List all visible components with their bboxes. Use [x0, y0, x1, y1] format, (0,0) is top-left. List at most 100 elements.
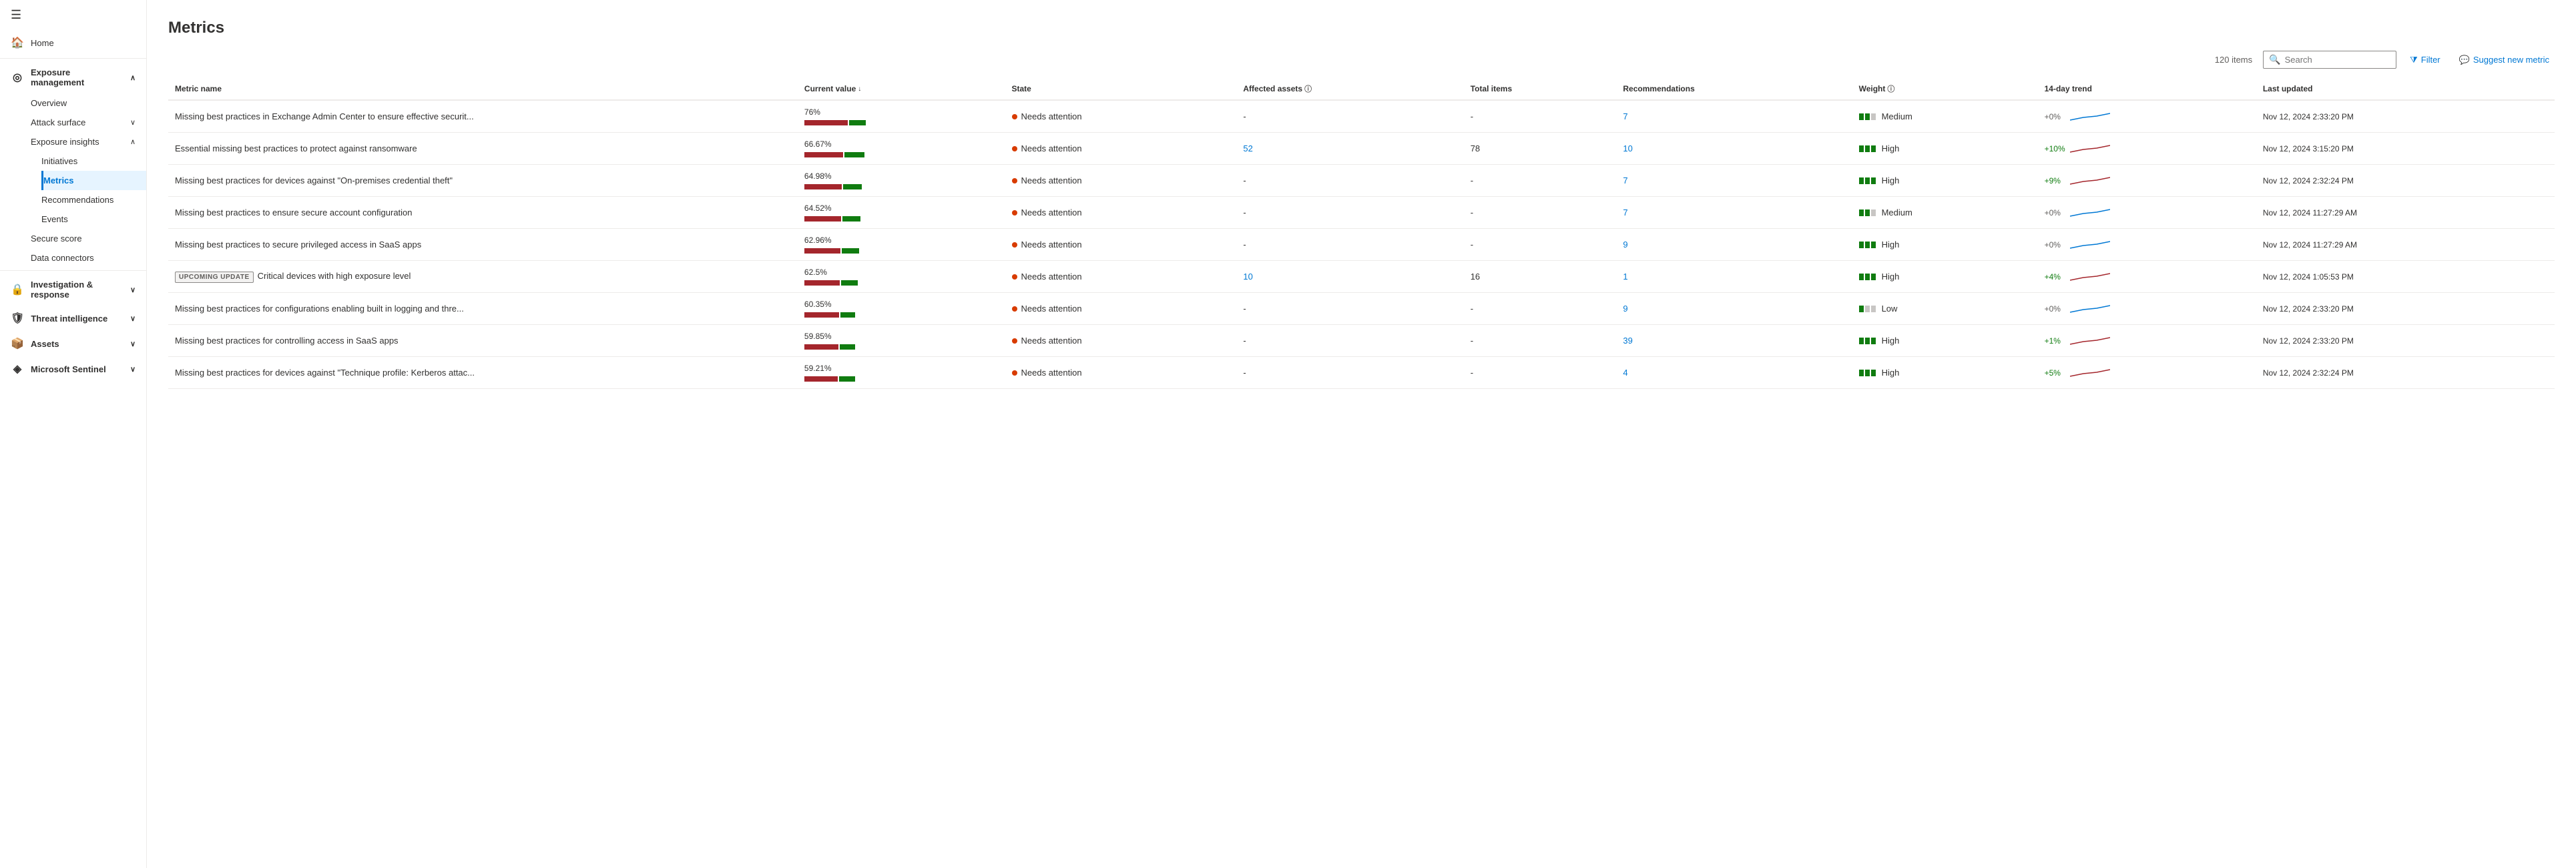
status-dot	[1012, 338, 1017, 344]
weight-bars	[1859, 306, 1876, 312]
metric-name-text: Missing best practices for configuration…	[175, 304, 464, 314]
search-box[interactable]: 🔍	[2263, 51, 2396, 69]
sidebar-item-attack-surface[interactable]: Attack surface ∨	[31, 113, 146, 132]
chevron-down-icon-assets: ∨	[130, 340, 136, 348]
metric-name-cell[interactable]: Missing best practices for devices again…	[168, 357, 798, 389]
sidebar-item-metrics[interactable]: Metrics	[41, 171, 146, 190]
bar-red	[804, 120, 848, 125]
sidebar-item-assets[interactable]: 📦 Assets ∨	[0, 331, 146, 356]
recommendations-cell[interactable]: 7	[1616, 100, 1852, 133]
metric-name-text: Critical devices with high exposure leve…	[258, 271, 411, 281]
sidebar-item-events[interactable]: Events	[41, 209, 146, 229]
recommendations-link[interactable]: 9	[1623, 304, 1627, 314]
sidebar-item-exposure-management[interactable]: ◎ Exposure management ∧	[0, 61, 146, 93]
last-updated-text: Nov 12, 2024 2:33:20 PM	[2263, 304, 2354, 314]
col-current-value[interactable]: Current value ↓	[798, 78, 1005, 100]
bar-green	[842, 216, 860, 222]
weight-cell: High	[1852, 229, 2038, 261]
progress-value: 76%	[804, 107, 999, 117]
recommendations-link[interactable]: 7	[1623, 111, 1627, 121]
trend-container: +10%	[2045, 143, 2250, 155]
filter-label: Filter	[2421, 55, 2440, 65]
metric-name-cell[interactable]: Missing best practices to ensure secure …	[168, 197, 798, 229]
recommendations-link[interactable]: 9	[1623, 240, 1627, 250]
recommendations-cell[interactable]: 39	[1616, 325, 1852, 357]
status-dot	[1012, 274, 1017, 280]
recommendations-link[interactable]: 4	[1623, 368, 1627, 378]
search-input[interactable]	[2285, 55, 2391, 65]
recommendations-cell[interactable]: 9	[1616, 293, 1852, 325]
trend-value: +4%	[2045, 272, 2066, 282]
metric-name-cell[interactable]: Missing best practices for controlling a…	[168, 325, 798, 357]
recommendations-cell[interactable]: 7	[1616, 197, 1852, 229]
metric-name-cell[interactable]: Missing best practices to secure privile…	[168, 229, 798, 261]
bar-red	[804, 344, 838, 350]
sidebar-item-recommendations[interactable]: Recommendations	[41, 190, 146, 209]
last-updated-text: Nov 12, 2024 2:32:24 PM	[2263, 368, 2354, 378]
metric-name-text: Missing best practices in Exchange Admin…	[175, 111, 474, 121]
metric-name-text: Missing best practices to secure privile…	[175, 240, 421, 250]
sidebar-item-secure-score[interactable]: Secure score	[31, 229, 146, 248]
affected-assets-cell: -	[1236, 325, 1463, 357]
sidebar-label-events: Events	[41, 214, 68, 224]
sidebar-item-home[interactable]: 🏠 Home	[0, 30, 146, 55]
trend-line-wrap	[2070, 175, 2110, 187]
progress-bar-wrap: 62.96%	[804, 236, 999, 254]
weight-wrap: Medium	[1859, 111, 2031, 121]
total-items-cell: -	[1464, 357, 1617, 389]
metric-name-cell[interactable]: Missing best practices for configuration…	[168, 293, 798, 325]
affected-assets-info-icon[interactable]: ⓘ	[1304, 83, 1312, 94]
sidebar-item-exposure-insights[interactable]: Exposure insights ∧	[31, 132, 146, 151]
col-last-updated: Last updated	[2256, 78, 2555, 100]
sidebar-item-initiatives[interactable]: Initiatives	[41, 151, 146, 171]
status-dot	[1012, 210, 1017, 215]
sidebar-item-sentinel[interactable]: ◈ Microsoft Sentinel ∨	[0, 356, 146, 382]
hamburger-menu[interactable]: ☰	[0, 0, 146, 30]
recommendations-cell[interactable]: 4	[1616, 357, 1852, 389]
affected-assets-cell[interactable]: 52	[1236, 133, 1463, 165]
metric-name-cell[interactable]: Missing best practices in Exchange Admin…	[168, 100, 798, 133]
col-metric-name: Metric name	[168, 78, 798, 100]
state-cell: Needs attention	[1005, 133, 1237, 165]
recommendations-link[interactable]: 7	[1623, 175, 1627, 185]
bar-red	[804, 248, 840, 254]
metric-name-cell[interactable]: UPCOMING UPDATE Critical devices with hig…	[168, 261, 798, 293]
weight-wrap: High	[1859, 175, 2031, 185]
recommendations-link[interactable]: 1	[1623, 272, 1627, 282]
recommendations-cell[interactable]: 9	[1616, 229, 1852, 261]
recommendations-link[interactable]: 10	[1623, 143, 1632, 153]
sidebar-item-investigation-response[interactable]: 🔒 Investigation & response ∨	[0, 274, 146, 306]
col-state: State	[1005, 78, 1237, 100]
weight-info-icon[interactable]: ⓘ	[1887, 83, 1894, 94]
metric-name-cell[interactable]: Missing best practices for devices again…	[168, 165, 798, 197]
table-row: Missing best practices for devices again…	[168, 357, 2555, 389]
progress-value: 64.98%	[804, 171, 999, 181]
progress-bars	[804, 184, 999, 189]
trend-container: +0%	[2045, 111, 2250, 123]
affected-assets-link[interactable]: 10	[1243, 272, 1252, 282]
upcoming-badge: UPCOMING UPDATE	[175, 272, 254, 283]
recommendations-cell[interactable]: 1	[1616, 261, 1852, 293]
sidebar-item-threat-intelligence[interactable]: 🛡 Threat intelligence ∨	[0, 306, 146, 331]
sidebar-item-data-connectors[interactable]: Data connectors	[31, 248, 146, 268]
recommendations-link[interactable]: 7	[1623, 207, 1627, 218]
recommendations-link[interactable]: 39	[1623, 336, 1632, 346]
weight-bar	[1865, 242, 1870, 248]
last-updated-cell: Nov 12, 2024 11:27:29 AM	[2256, 229, 2555, 261]
exposure-management-submenu: Overview Attack surface ∨ Exposure insig…	[0, 93, 146, 268]
filter-button[interactable]: ⧩ Filter	[2404, 52, 2446, 68]
metric-name-cell[interactable]: Essential missing best practices to prot…	[168, 133, 798, 165]
recommendations-cell[interactable]: 7	[1616, 165, 1852, 197]
affected-assets-link[interactable]: 52	[1243, 143, 1252, 153]
sidebar-item-overview[interactable]: Overview	[31, 93, 146, 113]
suggest-button[interactable]: 💬 Suggest new metric	[2454, 52, 2555, 68]
progress-value: 64.52%	[804, 203, 999, 213]
trend-value: +0%	[2045, 240, 2066, 250]
affected-assets-cell[interactable]: 10	[1236, 261, 1463, 293]
weight-wrap: High	[1859, 368, 2031, 378]
progress-bars	[804, 376, 999, 382]
metric-name-text: Missing best practices for devices again…	[175, 368, 475, 378]
recommendations-cell[interactable]: 10	[1616, 133, 1852, 165]
table-row: Missing best practices to secure privile…	[168, 229, 2555, 261]
total-items-cell: 16	[1464, 261, 1617, 293]
